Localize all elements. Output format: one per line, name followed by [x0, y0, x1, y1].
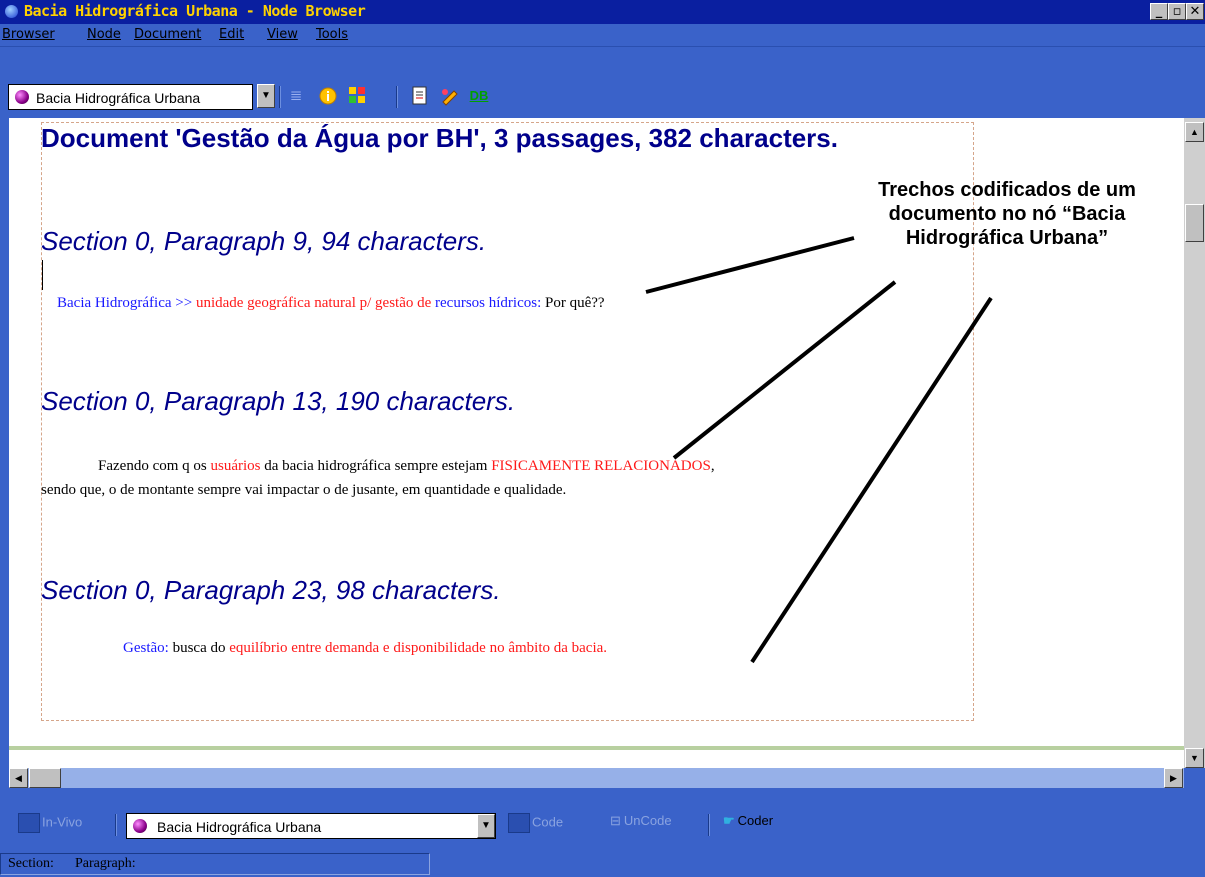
code-button[interactable]: Code	[508, 813, 563, 833]
menu-browser[interactable]: Browser	[2, 27, 55, 42]
coder-button[interactable]: ☛ Coder	[723, 813, 773, 829]
coding-stripes-icon[interactable]	[347, 86, 367, 106]
browse-passages-icon[interactable]: ≣	[286, 86, 306, 106]
vertical-scrollbar[interactable]: ▲ ▼	[1184, 118, 1205, 768]
invivo-icon	[18, 813, 40, 833]
code-icon	[508, 813, 530, 833]
lower-pane	[9, 750, 1184, 768]
coding-node-select[interactable]: Bacia Hidrográfica Urbana	[126, 813, 496, 839]
node-icon	[133, 819, 147, 833]
menu-document[interactable]: Document	[134, 27, 201, 42]
menu-node[interactable]: Node	[87, 27, 121, 42]
menu-edit[interactable]: Edit	[219, 27, 244, 42]
close-button[interactable]: ✕	[1186, 3, 1204, 20]
scroll-down-button[interactable]: ▼	[1185, 748, 1204, 768]
annotation-arrow	[645, 236, 855, 294]
scroll-left-button[interactable]: ◀	[9, 768, 28, 788]
horizontal-scroll-thumb[interactable]	[29, 768, 61, 788]
menu-bar: Browser Node Document Edit View Tools	[0, 24, 1205, 46]
horizontal-scrollbar[interactable]: ◀ ▶	[9, 768, 1184, 788]
status-bar: Section: Paragraph:	[0, 851, 1205, 877]
report-icon[interactable]	[410, 86, 430, 106]
menu-tools[interactable]: Tools	[316, 27, 348, 42]
node-icon	[15, 90, 29, 104]
uncode-icon: ⊟	[610, 813, 621, 828]
scroll-thumb[interactable]	[1185, 204, 1204, 242]
annotation-arrows	[645, 236, 993, 664]
menu-separator	[0, 46, 1205, 47]
uncode-button[interactable]: ⊟ UnCode	[610, 813, 672, 829]
minimize-button[interactable]: _	[1150, 3, 1168, 20]
app-icon	[5, 5, 18, 18]
node-select-value: Bacia Hidrográfica Urbana	[36, 90, 201, 106]
toolbar-separator	[708, 814, 710, 836]
edit-node-icon[interactable]	[440, 86, 460, 106]
coding-node-dropdown-arrow[interactable]: ▼	[477, 814, 495, 838]
scroll-right-button[interactable]: ▶	[1164, 768, 1183, 788]
toolbar-separator	[115, 814, 117, 836]
info-icon[interactable]	[318, 86, 338, 106]
status-section-label: Section:	[8, 856, 54, 871]
status-paragraph-label: Paragraph:	[75, 856, 136, 871]
scroll-up-button[interactable]: ▲	[1185, 122, 1204, 142]
annotation-arrow	[672, 280, 897, 460]
annotation-arrow	[750, 296, 993, 664]
title-bar: Bacia Hidrográfica Urbana - Node Browser…	[0, 0, 1205, 24]
maximize-button[interactable]: ▫	[1168, 3, 1186, 20]
coder-icon: ☛	[723, 813, 735, 828]
window-title: Bacia Hidrográfica Urbana - Node Browser	[24, 2, 366, 20]
node-select-dropdown-arrow[interactable]: ▼	[257, 84, 275, 108]
status-field	[0, 853, 430, 875]
document-view[interactable]: Document 'Gestão da Água por BH', 3 pass…	[9, 118, 1184, 750]
coding-node-select-value: Bacia Hidrográfica Urbana	[157, 819, 322, 835]
invivo-button[interactable]: In-Vivo	[18, 813, 82, 833]
toolbar-separator	[396, 86, 398, 108]
toolbar-separator	[279, 86, 281, 108]
node-select[interactable]: Bacia Hidrográfica Urbana	[8, 84, 253, 110]
db-icon[interactable]: DB	[469, 86, 489, 106]
menu-view[interactable]: View	[267, 27, 298, 42]
